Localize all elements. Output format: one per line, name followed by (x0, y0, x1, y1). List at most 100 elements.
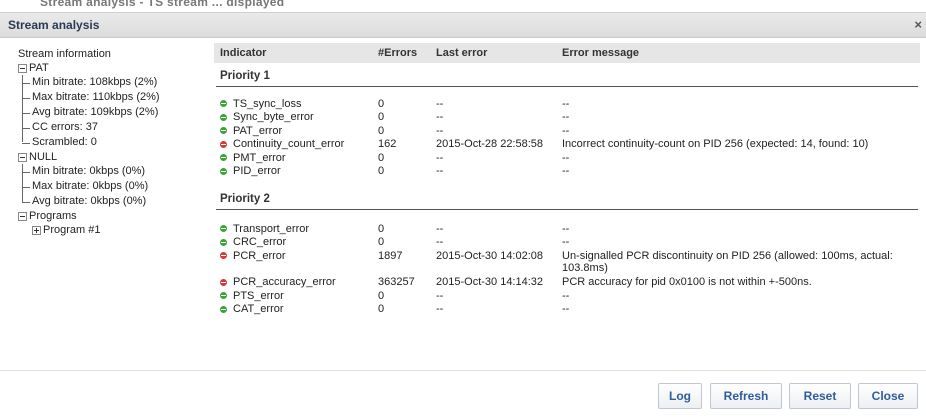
tree-node-pat[interactable]: PAT Min bitrate: 108kbps (2%) Max bitrat… (18, 61, 208, 150)
error-status-icon (220, 252, 227, 259)
ok-status-icon (220, 225, 227, 232)
last-error-time: -- (436, 124, 444, 137)
table-row[interactable]: CRC_error 0 -- -- (214, 236, 920, 250)
error-count: 0 (378, 111, 385, 123)
indicator-cell: Sync_byte_error (214, 111, 378, 123)
close-icon[interactable]: × (914, 17, 922, 32)
tree-leaf: CC errors: 37 (22, 120, 208, 135)
error-message: -- (562, 124, 570, 137)
tree-node-program-1[interactable]: Program #1 (32, 223, 208, 237)
error-count: 0 (378, 151, 385, 164)
table-row[interactable]: PCR_accuracy_error 363257 2015-Oct-30 14:1… (214, 276, 920, 290)
close-button[interactable]: Close (858, 383, 918, 409)
ok-status-icon (220, 154, 227, 161)
header-indicator[interactable]: Indicator (214, 47, 378, 59)
indicator-cell: Transport_error (214, 223, 378, 235)
tree-leaf: Min bitrate: 0kbps (0%) (22, 164, 208, 179)
ok-status-icon (220, 127, 227, 134)
ok-status-icon (220, 113, 227, 121)
header-errors[interactable]: #Errors (378, 47, 436, 59)
previous-dialog-edge: Stream analysis - TS stream ... displaye… (0, 0, 926, 10)
tree-leaf: Max bitrate: 0kbps (0%) (22, 179, 208, 194)
last-error-time: 2015-Oct-30 14:02:08 (436, 249, 544, 262)
error-message: -- (562, 111, 570, 123)
error-count: 0 (378, 303, 385, 315)
indicator-name: TS_sync_loss (233, 97, 302, 110)
header-error-message[interactable]: Error message (562, 47, 920, 59)
dialog-titlebar: Stream analysis × (0, 12, 926, 38)
collapse-icon[interactable] (18, 152, 27, 162)
error-message: Un-signalled PCR discontinuity on PID 25… (562, 249, 893, 274)
ok-status-icon (220, 100, 227, 107)
priority-2-rows: Transport_error 0 -- -- CRC_error 0 -- -- PCR_er… (214, 222, 920, 316)
dialog-title: Stream analysis (8, 18, 100, 32)
error-count: 363257 (378, 276, 415, 288)
log-button[interactable]: Log (658, 383, 702, 409)
indicator-cell: PTS_error (214, 290, 378, 302)
ok-status-icon (220, 167, 227, 175)
table-row[interactable]: PAT_error 0 -- -- (214, 124, 920, 138)
indicator-cell: CRC_error (214, 236, 378, 248)
table-row[interactable]: PTS_error 0 -- -- (214, 289, 920, 303)
tree-leaf: Max bitrate: 110kbps (2%) (22, 90, 208, 105)
pat-children: Min bitrate: 108kbps (2%) Max bitrate: 1… (22, 75, 208, 150)
error-count: 0 (378, 124, 385, 137)
tree-node-label: Program #1 (43, 224, 101, 236)
indicator-cell: PID_error (214, 165, 378, 177)
table-row[interactable]: CAT_error 0 -- -- (214, 303, 920, 317)
error-message: -- (562, 165, 570, 177)
error-count: 0 (378, 289, 385, 302)
last-error-time: -- (436, 236, 444, 248)
ok-status-icon (220, 292, 227, 299)
header-last-error[interactable]: Last error (436, 47, 562, 59)
indicator-name: PCR_accuracy_error (233, 276, 336, 288)
table-row[interactable]: Continuity_count_error 162 2015-Oct-28 22:… (214, 138, 920, 152)
table-row[interactable]: TS_sync_loss 0 -- -- (214, 97, 920, 111)
indicator-name: PID_error (233, 165, 281, 177)
indicator-name: Transport_error (233, 222, 310, 235)
error-count: 0 (378, 222, 385, 235)
tree-node-programs[interactable]: Programs Program #1 (18, 209, 208, 237)
indicator-name: PCR_error (233, 249, 286, 262)
tree-leaf: Avg bitrate: 0kbps (0%) (22, 194, 208, 209)
ok-status-icon (220, 305, 227, 313)
tree-leaf: Scrambled: 0 (22, 135, 208, 150)
collapse-icon[interactable] (18, 211, 27, 221)
indicator-name: PAT_error (233, 124, 283, 137)
error-message: PCR accuracy for pid 0x0100 is not withi… (562, 276, 812, 288)
priority-1-rows: TS_sync_loss 0 -- -- Sync_byte_error 0 -- -- PAT… (214, 97, 920, 178)
table-row[interactable]: PMT_error 0 -- -- (214, 151, 920, 165)
cutoff-text: Stream analysis - TS stream ... displaye… (40, 0, 285, 9)
reset-button[interactable]: Reset (789, 383, 851, 409)
last-error-time: -- (436, 222, 444, 235)
tree-node-label: Programs (29, 210, 77, 222)
table-row[interactable]: PID_error 0 -- -- (214, 165, 920, 179)
stream-tree: Stream information PAT Min bitrate: 108k… (18, 47, 208, 237)
error-message: -- (562, 151, 570, 164)
expand-icon[interactable] (32, 225, 41, 235)
indicator-cell: PMT_error (214, 152, 378, 164)
indicator-name: CAT_error (233, 303, 284, 315)
last-error-time: -- (436, 111, 444, 123)
indicator-cell: CAT_error (214, 303, 378, 315)
grid-header: Indicator #Errors Last error Error messa… (214, 43, 920, 63)
programs-children: Program #1 (32, 223, 208, 237)
section-priority-1: Priority 1 (220, 70, 270, 82)
table-row[interactable]: Sync_byte_error 0 -- -- (214, 111, 920, 125)
error-count: 0 (378, 165, 385, 177)
table-row[interactable]: PCR_error 1897 2015-Oct-30 14:02:08 Un-sign… (214, 249, 920, 276)
indicator-name: CRC_error (233, 236, 287, 248)
collapse-icon[interactable] (18, 63, 27, 73)
error-count: 0 (378, 236, 385, 248)
refresh-button[interactable]: Refresh (710, 383, 782, 409)
tree-leaf: Avg bitrate: 109kbps (2%) (22, 105, 208, 120)
last-error-time: -- (436, 151, 444, 164)
last-error-time: 2015-Oct-28 22:58:58 (436, 138, 544, 150)
tree-node-null[interactable]: NULL Min bitrate: 0kbps (0%) Max bitrate… (18, 150, 208, 209)
error-count: 0 (378, 97, 385, 110)
table-row[interactable]: Transport_error 0 -- -- (214, 222, 920, 236)
indicator-name: Sync_byte_error (233, 111, 314, 123)
error-message: -- (562, 236, 570, 248)
null-children: Min bitrate: 0kbps (0%) Max bitrate: 0kb… (22, 164, 208, 209)
last-error-time: -- (436, 97, 444, 110)
